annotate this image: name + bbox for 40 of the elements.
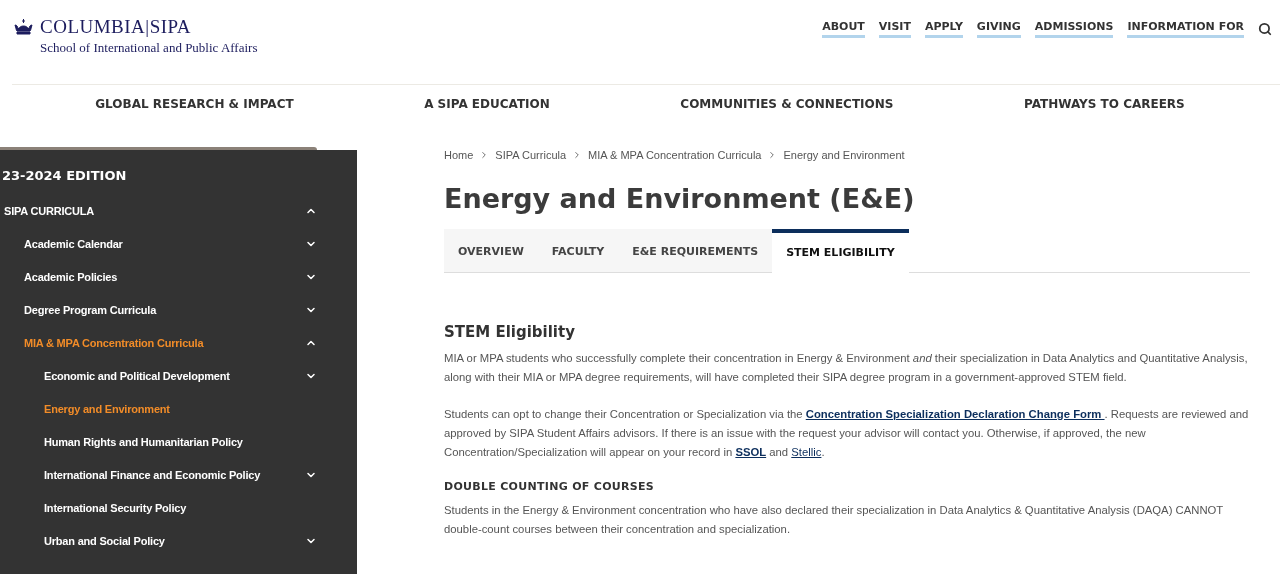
breadcrumb-link[interactable]: MIA & MPA Concentration Curricula xyxy=(588,149,762,161)
sidebar-item[interactable]: International Security Policy xyxy=(44,501,187,514)
main-nav-link[interactable]: GLOBAL RESEARCH & IMPACT xyxy=(95,97,294,135)
paragraph: MIA or MPA students who successfully complete their concentration in Energy & Environment and their specialization in Data Analytics and Quantitative Analysis, along with their MIA or MPA degree requirements, will have completed their SIPA degree program in a government-approved STEM field. xyxy=(444,351,1249,385)
crown-icon xyxy=(13,19,34,35)
utility-nav-link[interactable]: GIVING xyxy=(976,20,1021,38)
utility-nav-link[interactable]: INFORMATION FOR xyxy=(1127,20,1244,38)
sidebar-item[interactable]: Academic Policies xyxy=(24,270,118,283)
paragraph: Students in the Energy & Environment concentration who have also declared their specialization in Data Analytics & Quantitative Analysis (DAQA) CANNOT double-count courses between their concentration and specialization. xyxy=(444,503,1225,537)
main-nav-link[interactable]: PATHWAYS TO CAREERS xyxy=(1023,97,1185,135)
main-nav-link[interactable]: A SIPA EDUCATION xyxy=(424,97,550,135)
tab[interactable]: STEM ELIGIBILITY xyxy=(772,229,909,273)
sidebar-item[interactable]: Degree Program Curricula xyxy=(24,303,157,316)
utility-nav-link[interactable]: APPLY xyxy=(924,20,963,38)
sidebar-item[interactable]: Urban and Social Policy xyxy=(44,534,165,547)
sidebar-item[interactable]: Energy and Environment xyxy=(44,402,170,415)
paragraph: Students can opt to change their Concentration or Specialization via the Concentration Specialization Declaration Change Form . Requests are reviewed and approved by SIPA Student Affairs advisors. If there is an issue with the request your advisor will contact you. Otherwise, if approved, the new Concentration/Specialization will appear on your record in SSOL and Stellic. xyxy=(444,407,1250,460)
breadcrumb-link[interactable]: SIPA Curricula xyxy=(495,149,567,161)
link[interactable]: SSOL xyxy=(735,446,767,458)
utility-nav-link[interactable]: VISIT xyxy=(878,20,911,38)
breadcrumb-link[interactable]: Energy and Environment xyxy=(783,149,905,161)
page-title: Energy and Environment (E&E) xyxy=(444,183,916,214)
search-icon[interactable] xyxy=(1258,22,1272,36)
subsection-heading: DOUBLE COUNTING OF COURSES xyxy=(444,480,656,493)
sidebar-item[interactable]: MIA & MPA Concentration Curricula xyxy=(24,336,204,349)
breadcrumb-link[interactable]: Home xyxy=(444,149,474,161)
main-nav-link[interactable]: COMMUNITIES & CONNECTIONS xyxy=(680,97,894,135)
logo-wordmark: COLUMBIA|SIPA xyxy=(40,16,192,38)
section-heading: STEM Eligibility xyxy=(444,323,576,341)
sidebar-item[interactable]: International Finance and Economic Policy xyxy=(44,468,261,481)
utility-nav-link[interactable]: ADMISSIONS xyxy=(1034,20,1114,38)
logo[interactable]: COLUMBIA|SIPA School of International and Public Affairs xyxy=(13,16,258,56)
edition-heading: 23-2024 EDITION xyxy=(2,168,128,183)
link[interactable]: Concentration Specialization Declaration Change Form xyxy=(805,408,1105,420)
utility-nav-link[interactable]: ABOUT xyxy=(822,20,865,38)
sidebar-item[interactable]: Academic Calendar xyxy=(24,237,123,250)
sidebar-item[interactable]: Economic and Political Development xyxy=(44,369,230,382)
logo-subtitle: School of International and Public Affairs xyxy=(39,40,258,56)
sidebar-item[interactable]: SIPA CURRICULA xyxy=(4,204,95,217)
sidebar-item[interactable]: Human Rights and Humanitarian Policy xyxy=(44,435,243,448)
